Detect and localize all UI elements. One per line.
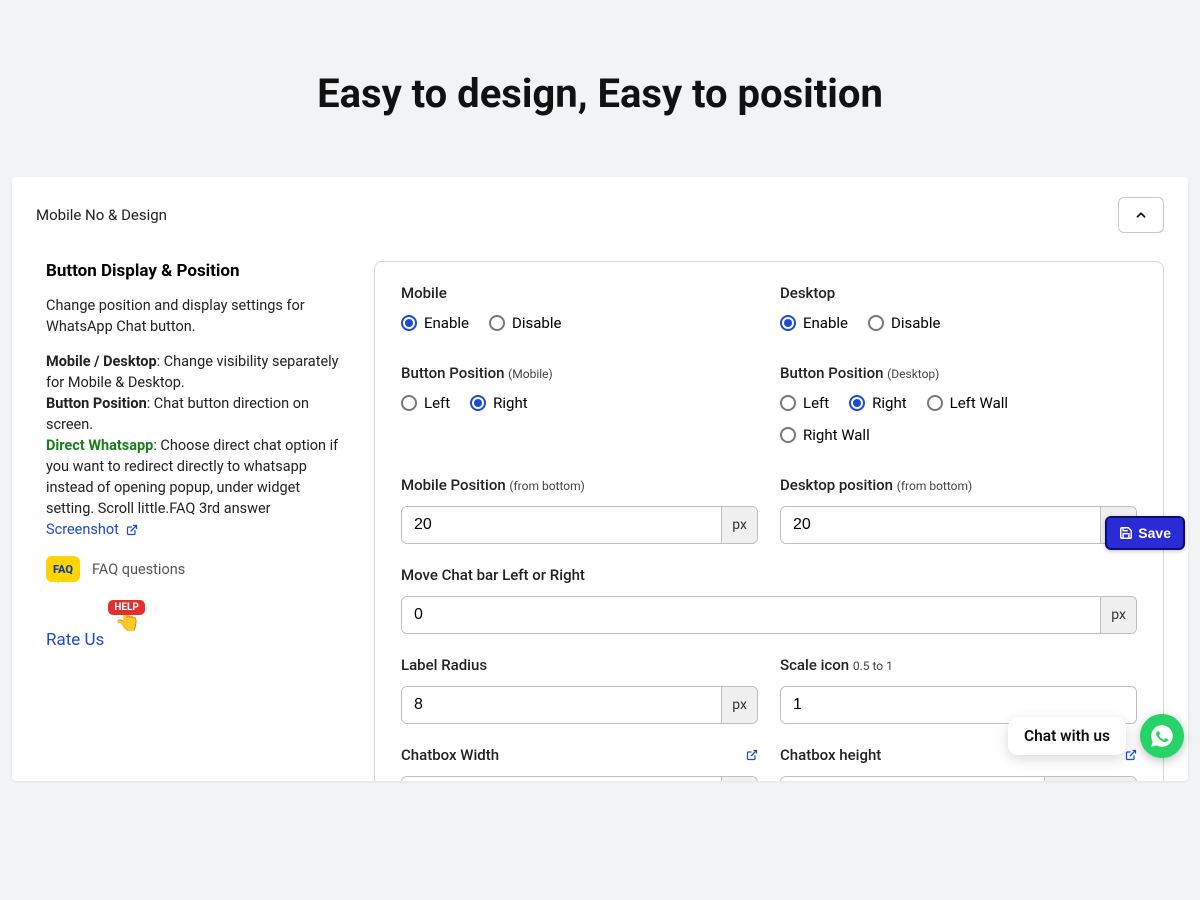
- bp-mobile-right-radio[interactable]: Right: [470, 394, 527, 412]
- sidebar-intro: Change position and display settings for…: [46, 295, 346, 337]
- bp-mobile-left-radio[interactable]: Left: [401, 394, 450, 412]
- mobile-pos-label: Mobile Position (from bottom): [401, 476, 758, 494]
- mobile-label: Mobile: [401, 284, 758, 302]
- bp-desktop-group-1: Left Right Left Wall: [780, 394, 1137, 412]
- save-button[interactable]: Save: [1105, 516, 1185, 550]
- external-link-icon[interactable]: [746, 749, 758, 761]
- settings-panel: Mobile No & Design Button Display & Posi…: [12, 177, 1188, 781]
- bp-mobile-group: Left Right: [401, 394, 758, 412]
- desktop-pos-label: Desktop position (from bottom): [780, 476, 1137, 494]
- move-bar-input[interactable]: [402, 597, 1100, 633]
- sidebar-heading: Button Display & Position: [46, 261, 346, 281]
- rate-us-link[interactable]: Rate Us: [46, 630, 104, 650]
- label-radius-label: Label Radius: [401, 656, 758, 674]
- faq-link[interactable]: FAQ FAQ questions: [46, 556, 346, 582]
- bp-desktop-group-2: Right Wall: [780, 426, 1137, 444]
- mobile-pos-input[interactable]: [402, 507, 721, 543]
- label-radius-input[interactable]: [402, 687, 721, 723]
- chatbox-height-input[interactable]: [781, 777, 1044, 781]
- help-badge: HELP: [108, 600, 145, 615]
- sidebar-mobile-desktop: Mobile / Desktop: Change visibility sepa…: [46, 351, 346, 540]
- screenshot-link[interactable]: Screenshot: [46, 521, 138, 538]
- mobile-radio-group: Enable Disable: [401, 314, 758, 332]
- chatbox-width-input[interactable]: [402, 777, 721, 781]
- desktop-radio-group: Enable Disable: [780, 314, 1137, 332]
- page-title: Easy to design, Easy to position: [0, 70, 1200, 117]
- chevron-up-icon: [1134, 208, 1148, 222]
- chatbox-width-label: Chatbox Width: [401, 746, 758, 764]
- faq-icon: FAQ: [46, 556, 80, 582]
- desktop-label: Desktop: [780, 284, 1137, 302]
- help-sidebar: Button Display & Position Change positio…: [36, 261, 346, 781]
- desktop-enable-radio[interactable]: Enable: [780, 314, 848, 332]
- move-bar-label: Move Chat bar Left or Right: [401, 566, 1137, 584]
- bp-desktop-left-radio[interactable]: Left: [780, 394, 829, 412]
- faq-label: FAQ questions: [92, 561, 185, 578]
- px-suffix: px: [1100, 597, 1136, 633]
- px-suffix: px: [721, 777, 757, 781]
- mobile-enable-radio[interactable]: Enable: [401, 314, 469, 332]
- scale-icon-label: Scale icon 0.5 to 1: [780, 656, 1137, 674]
- bp-mobile-label: Button Position (Mobile): [401, 364, 758, 382]
- chat-widget: Chat with us: [1008, 714, 1184, 758]
- chat-pill[interactable]: Chat with us: [1008, 717, 1126, 755]
- bp-desktop-leftwall-radio[interactable]: Left Wall: [927, 394, 1008, 412]
- help-button[interactable]: HELP 👆: [114, 610, 142, 650]
- panel-title: Mobile No & Design: [36, 206, 167, 224]
- px-suffix: px: [721, 507, 757, 543]
- collapse-button[interactable]: [1118, 197, 1164, 233]
- whatsapp-button[interactable]: [1140, 714, 1184, 758]
- settings-form: Mobile Enable Disable Desktop Enable Dis…: [374, 261, 1164, 781]
- bp-desktop-label: Button Position (Desktop): [780, 364, 1137, 382]
- mobile-disable-radio[interactable]: Disable: [489, 314, 561, 332]
- save-icon: [1119, 526, 1133, 540]
- percentage-suffix: Percentage: [1044, 777, 1136, 781]
- px-suffix: px: [721, 687, 757, 723]
- external-link-icon: [126, 524, 138, 536]
- whatsapp-icon: [1149, 723, 1175, 749]
- desktop-pos-input[interactable]: [781, 507, 1100, 543]
- bp-desktop-right-radio[interactable]: Right: [849, 394, 906, 412]
- bp-desktop-rightwall-radio[interactable]: Right Wall: [780, 426, 870, 444]
- desktop-disable-radio[interactable]: Disable: [868, 314, 940, 332]
